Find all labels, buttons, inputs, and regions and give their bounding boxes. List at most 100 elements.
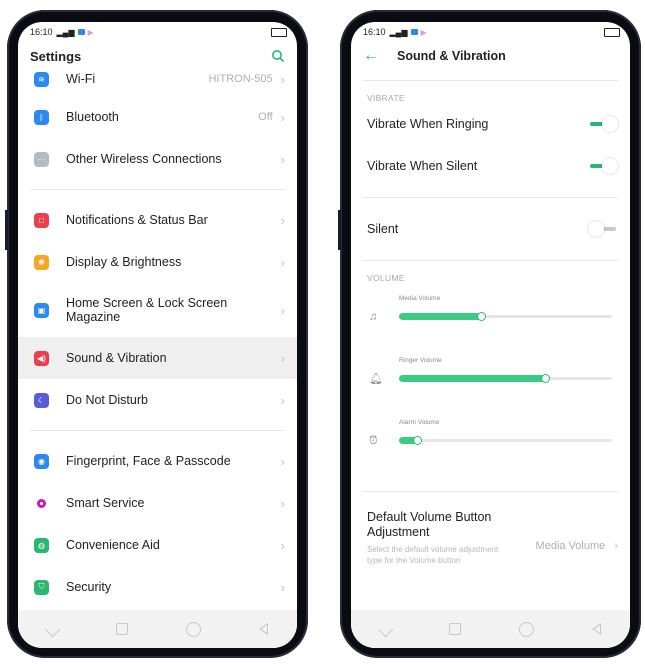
- page-title: Sound & Vibration: [397, 49, 506, 63]
- play-icon: ▶: [420, 27, 427, 37]
- settings-item-bluetooth[interactable]: ᛒ Bluetooth Off ›: [18, 96, 297, 138]
- shield-icon: ⛉: [34, 579, 49, 595]
- chevron-right-icon: ›: [614, 540, 618, 552]
- nav-collapse-icon[interactable]: [377, 621, 394, 637]
- bell-icon: 🔔︎: [369, 373, 383, 385]
- volume-button: [5, 210, 8, 250]
- divider: [363, 80, 618, 81]
- default-volume-title: Default Volume Button Adjustment: [367, 510, 492, 539]
- chevron-right-icon: ›: [280, 453, 285, 469]
- back-icon[interactable]: [259, 623, 268, 635]
- chevron-right-icon: ›: [280, 71, 285, 87]
- status-bar: 16:10 ▂▄▆ ▶: [18, 22, 297, 42]
- chevron-right-icon: ›: [280, 109, 285, 125]
- section-vibrate: VIBRATE: [367, 93, 405, 103]
- home-icon[interactable]: [519, 621, 534, 637]
- silent-row[interactable]: Silent: [351, 208, 630, 250]
- home-icon[interactable]: [186, 621, 201, 637]
- signal-icon: ▂▄▆: [56, 27, 75, 37]
- nav-bar: [18, 610, 297, 648]
- notification-icon: □: [34, 212, 49, 228]
- wifi-icon: ≋: [34, 71, 49, 87]
- chevron-right-icon: ›: [280, 579, 285, 595]
- nav-bar: [351, 610, 630, 648]
- default-volume-value: Media Volume ›: [535, 540, 618, 552]
- settings-item-display[interactable]: ✺ Display & Brightness ›: [18, 241, 297, 283]
- settings-item-other-wireless[interactable]: ··· Other Wireless Connections ›: [18, 138, 297, 180]
- play-icon: ▶: [87, 27, 94, 37]
- nav-collapse-icon[interactable]: [44, 621, 61, 637]
- vibrate-silent-toggle[interactable]: [588, 158, 618, 174]
- settings-screen: 16:10 ▂▄▆ ▶ Settings ≋ Wi-Fi HITRON-505 …: [18, 22, 297, 648]
- status-time: 16:10: [363, 27, 386, 37]
- aid-icon: ◍: [34, 537, 49, 553]
- search-icon[interactable]: [271, 49, 285, 63]
- media-volume-slider[interactable]: [399, 312, 612, 321]
- section-volume: VOLUME: [367, 273, 405, 283]
- sound-vibration-screen: 16:10 ▂▄▆ ▶ ← Sound & Vibration VIBRATE …: [351, 22, 630, 648]
- alarm-volume-slider[interactable]: [399, 436, 612, 445]
- volume-button: [338, 210, 341, 250]
- settings-item-notifications[interactable]: □ Notifications & Status Bar ›: [18, 199, 297, 241]
- divider: [30, 189, 285, 190]
- divider: [363, 197, 618, 198]
- slider-thumb[interactable]: [413, 436, 423, 445]
- smart-icon: [34, 495, 49, 511]
- signal-icon: ▂▄▆: [389, 27, 408, 37]
- battery-icon: [604, 27, 620, 37]
- divider: [363, 260, 618, 261]
- chevron-right-icon: ›: [280, 537, 285, 553]
- wifi-value: HITRON-505: [208, 73, 273, 85]
- settings-item-fingerprint[interactable]: ◉ Fingerprint, Face & Passcode ›: [18, 440, 297, 482]
- settings-item-dnd[interactable]: ☾ Do Not Disturb ›: [18, 379, 297, 421]
- chevron-right-icon: ›: [280, 151, 285, 167]
- phone-right: 16:10 ▂▄▆ ▶ ← Sound & Vibration VIBRATE …: [338, 10, 641, 658]
- chevron-right-icon: ›: [280, 350, 285, 366]
- app-icon: [410, 29, 418, 35]
- ringer-volume-slider[interactable]: [399, 374, 612, 383]
- sun-icon: ✺: [34, 254, 49, 270]
- image-icon: ▣: [34, 302, 49, 318]
- settings-list: ≋ Wi-Fi HITRON-505 › ᛒ Bluetooth Off › ·…: [18, 62, 297, 608]
- settings-item-convenience[interactable]: ◍ Convenience Aid ›: [18, 524, 297, 566]
- back-icon[interactable]: [592, 623, 601, 635]
- chevron-right-icon: ›: [280, 254, 285, 270]
- settings-item-sound[interactable]: ◀) Sound & Vibration ›: [18, 337, 297, 379]
- app-icon: [77, 29, 85, 35]
- vibrate-ringing-row[interactable]: Vibrate When Ringing: [351, 103, 630, 145]
- divider: [363, 491, 618, 492]
- status-time: 16:10: [30, 27, 53, 37]
- vibrate-ringing-toggle[interactable]: [588, 116, 618, 132]
- settings-item-home-screen[interactable]: ▣ Home Screen & Lock Screen Magazine ›: [18, 283, 297, 337]
- sound-settings: VIBRATE Vibrate When Ringing Vibrate Whe…: [351, 80, 630, 566]
- alarm-volume: Alarm Volume ⏰︎: [351, 415, 630, 477]
- silent-toggle[interactable]: [588, 221, 618, 237]
- vibrate-silent-row[interactable]: Vibrate When Silent: [351, 145, 630, 187]
- moon-icon: ☾: [34, 392, 49, 408]
- slider-thumb[interactable]: [477, 312, 487, 321]
- fingerprint-icon: ◉: [34, 453, 49, 469]
- bluetooth-icon: ᛒ: [34, 109, 49, 125]
- alarm-clock-icon: ⏰︎: [369, 435, 378, 447]
- media-volume: Media Volume ♫: [351, 291, 630, 353]
- default-volume-row[interactable]: Default Volume Button Adjustment Select …: [351, 510, 630, 566]
- more-icon: ···: [34, 151, 49, 167]
- chevron-right-icon: ›: [280, 495, 285, 511]
- recent-apps-icon[interactable]: [449, 623, 461, 635]
- recent-apps-icon[interactable]: [116, 623, 128, 635]
- back-arrow-icon[interactable]: ←: [363, 47, 379, 65]
- default-volume-description: Select the default volume adjustment typ…: [367, 545, 499, 565]
- music-note-icon: ♫: [369, 311, 378, 323]
- page-title-bar: ← Sound & Vibration: [351, 42, 630, 70]
- chevron-right-icon: ›: [280, 392, 285, 408]
- speaker-icon: ◀): [34, 350, 49, 366]
- ringer-volume: Ringer Volume 🔔︎: [351, 353, 630, 415]
- settings-item-smart-service[interactable]: Smart Service ›: [18, 482, 297, 524]
- status-bar: 16:10 ▂▄▆ ▶: [351, 22, 630, 42]
- settings-item-security[interactable]: ⛉ Security ›: [18, 566, 297, 608]
- settings-item-wifi[interactable]: ≋ Wi-Fi HITRON-505 ›: [18, 62, 297, 96]
- battery-icon: [271, 27, 287, 37]
- slider-thumb[interactable]: [540, 374, 550, 383]
- chevron-right-icon: ›: [280, 212, 285, 228]
- chevron-right-icon: ›: [280, 302, 285, 318]
